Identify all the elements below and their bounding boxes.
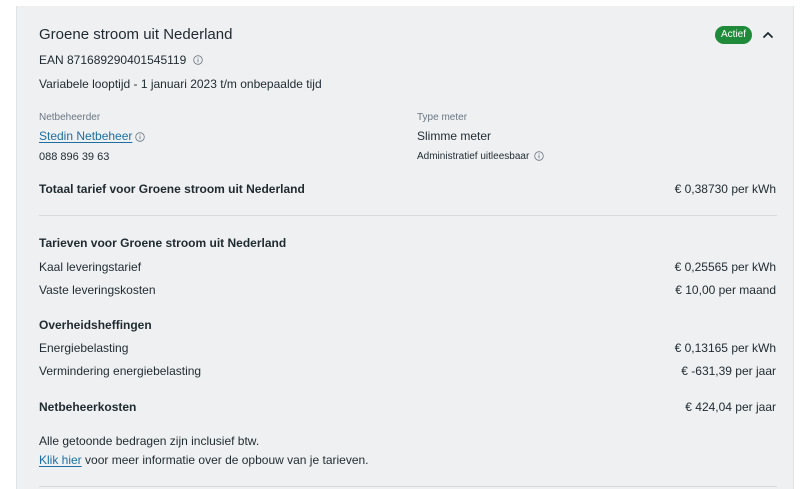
- chevron-up-icon[interactable]: [761, 28, 775, 42]
- levies-heading: Overheidsheffingen: [39, 318, 152, 332]
- contract-card: Groene stroom uit Nederland Actief EAN 8…: [16, 6, 794, 489]
- vat-note: Alle getoonde bedragen zijn inclusief bt…: [39, 434, 260, 448]
- network-costs-label: Netbeheerkosten: [39, 400, 137, 414]
- product-title: Groene stroom uit Nederland: [39, 26, 233, 43]
- netbeheerder-phone: 088 896 39 63: [39, 151, 110, 163]
- meter-type-label: Type meter: [417, 112, 468, 123]
- total-tariff-label: Totaal tarief voor Groene stroom uit Ned…: [39, 182, 305, 196]
- info-circle-icon[interactable]: [193, 55, 203, 65]
- netbeheerder-link[interactable]: Stedin Netbeheer: [39, 129, 132, 143]
- ean-line: EAN 871689290401545119: [39, 53, 203, 67]
- tariff-row-value: € 0,25565 per kWh: [674, 260, 776, 274]
- levy-row-label: Vermindering energiebelasting: [39, 364, 202, 378]
- netbeheerder-label: Netbeheerder: [39, 112, 101, 123]
- tariffs-heading: Tarieven voor Groene stroom uit Nederlan…: [39, 236, 287, 250]
- info-circle-icon[interactable]: [534, 151, 544, 161]
- more-info-line: Klik hier voor meer informatie over de o…: [39, 453, 369, 467]
- divider: [39, 215, 777, 216]
- more-info-text: voor meer informatie over de opbouw van …: [81, 453, 369, 467]
- total-tariff-value: € 0,38730 per kWh: [674, 182, 776, 196]
- meter-type-value: Slimme meter: [417, 129, 492, 143]
- contract-term: Variabele looptijd - 1 januari 2023 t/m …: [39, 77, 322, 91]
- divider: [39, 486, 777, 487]
- ean-text: EAN 871689290401545119: [39, 53, 187, 67]
- levy-row-value: € -631,39 per jaar: [681, 364, 776, 378]
- meter-reading: Administratief uitleesbaar: [417, 151, 544, 162]
- levy-row-value: € 0,13165 per kWh: [674, 341, 776, 355]
- tariff-row-value: € 10,00 per maand: [675, 283, 776, 297]
- levy-row-label: Energiebelasting: [39, 341, 129, 355]
- more-info-link[interactable]: Klik hier: [39, 453, 82, 467]
- tariff-row-label: Vaste leveringskosten: [39, 283, 156, 297]
- tariff-row-label: Kaal leveringstarief: [39, 260, 142, 274]
- info-circle-icon[interactable]: [135, 132, 145, 142]
- status-badge: Actief: [715, 26, 753, 44]
- network-costs-value: € 424,04 per jaar: [685, 400, 776, 414]
- meter-reading-text: Administratief uitleesbaar: [417, 151, 530, 162]
